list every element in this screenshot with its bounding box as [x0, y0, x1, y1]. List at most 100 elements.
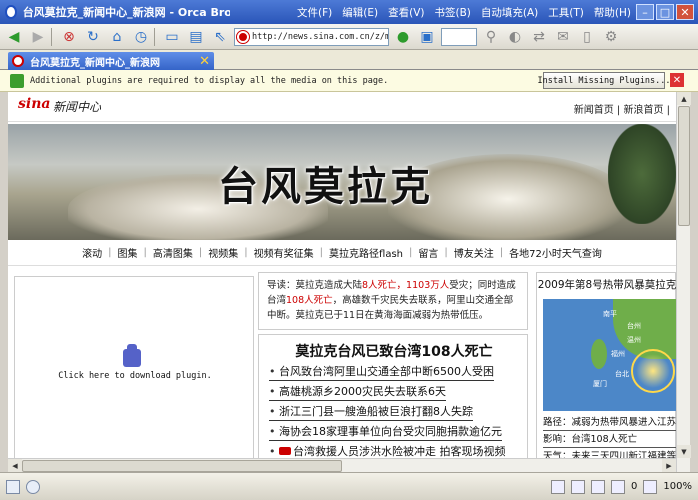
- window-title: 台风莫拉克_新闻中心_新浪网 - Orca Browser: [22, 6, 231, 19]
- map-label: 福州: [611, 350, 625, 358]
- nav-blogs[interactable]: 博友关注: [454, 245, 494, 260]
- download-plugin-label[interactable]: Click here to download plugin.: [15, 371, 255, 381]
- minimize-button[interactable]: –: [636, 4, 654, 20]
- list-item[interactable]: 台风致台湾阿里山交通全部中断6500人受困: [269, 363, 494, 381]
- nav-scroll[interactable]: 滚动: [82, 245, 102, 260]
- search-icon[interactable]: ⚲: [481, 27, 501, 47]
- translate-icon[interactable]: ⇄: [529, 27, 549, 47]
- map-label: 台州: [627, 322, 641, 330]
- status-count: 0: [631, 481, 638, 492]
- tab-bar: 台风莫拉克_新闻中心_新浪网 ✕: [0, 50, 698, 70]
- list-item[interactable]: 高雄桃源乡2000灾民失去联系6天: [269, 383, 446, 401]
- close-button[interactable]: ✕: [676, 4, 694, 20]
- sidebar-toggle-icon[interactable]: [6, 479, 20, 494]
- nav-gallery[interactable]: 图集: [118, 245, 138, 260]
- status-bar: 0 100%: [0, 472, 698, 500]
- nav-videos[interactable]: 视频集: [208, 245, 238, 260]
- search-input[interactable]: [441, 27, 477, 46]
- banner-title: 台风莫拉克: [218, 164, 433, 210]
- menu-file[interactable]: 文件(F): [292, 5, 337, 20]
- map-label: 南平: [603, 310, 617, 318]
- nav-weather[interactable]: 各地72小时天气查询: [509, 245, 602, 260]
- sina-logo[interactable]: sina: [18, 96, 50, 112]
- list-item-text: 台湾救援人员涉洪水险被冲走 拍客现场视频: [293, 445, 506, 458]
- panel-title: 2009年第8号热带风暴莫拉克: [537, 279, 676, 291]
- install-missing-plugins-button[interactable]: Install Missing Plugins...: [537, 72, 671, 89]
- go-icon[interactable]: ●: [393, 27, 413, 47]
- highlight-icon[interactable]: ◐: [505, 27, 525, 47]
- plugin-bar-close-icon[interactable]: ✕: [670, 73, 684, 87]
- refresh-icon[interactable]: ↻: [83, 27, 103, 47]
- scroll-right-icon[interactable]: ▶: [662, 459, 676, 472]
- popup-blocker-icon[interactable]: [591, 479, 606, 494]
- list-item[interactable]: 海协会18家理事单位向台受灾同胞捐款逾亿元: [269, 423, 502, 441]
- security-icon[interactable]: [551, 479, 566, 494]
- stop-icon[interactable]: ⊗: [59, 27, 79, 47]
- list-item[interactable]: 浙江三门县一艘渔船被巨浪打翻8人失踪: [269, 403, 473, 421]
- back-arrow-icon[interactable]: ◀: [4, 27, 24, 47]
- storm-circle-icon: [631, 349, 675, 393]
- search-engine-icon[interactable]: ▣: [417, 27, 437, 47]
- zoom-level[interactable]: 100%: [663, 481, 692, 492]
- typhoon-info-panel: 2009年第8号热带风暴莫拉克 南平 台州 温州 福州 台北 厦门 路径：减弱为…: [536, 272, 676, 472]
- list-item[interactable]: 影响：台湾108人死亡: [543, 432, 676, 448]
- download-icon[interactable]: [571, 479, 586, 494]
- nav-path-flash[interactable]: 莫拉克路径flash: [329, 245, 403, 260]
- plugin-message: Additional plugins are required to displ…: [30, 75, 389, 86]
- mail-icon[interactable]: ✉: [553, 27, 573, 47]
- maximize-button[interactable]: □: [656, 4, 674, 20]
- address-bar[interactable]: http://news.sina.com.cn/z/mora: [234, 27, 389, 46]
- vertical-scrollbar[interactable]: ▲ ▼: [676, 92, 691, 472]
- typhoon-path-map[interactable]: 南平 台州 温州 福州 台北 厦门: [543, 299, 676, 411]
- menu-bookmarks[interactable]: 书签(B): [430, 5, 476, 20]
- menu-autofill[interactable]: 自动填充(A): [476, 5, 543, 20]
- history-icon[interactable]: ◷: [131, 27, 151, 47]
- navigation-toolbar: ◀ ▶ ⊗ ↻ ⌂ ◷ ▭ ▤ ⇖ http://news.sina.com.c…: [0, 24, 698, 50]
- page-icon[interactable]: ▯: [577, 27, 597, 47]
- list-item[interactable]: 路径：减弱为热带风暴进入江苏: [543, 415, 676, 431]
- forward-arrow-icon[interactable]: ▶: [28, 27, 48, 47]
- tab-active[interactable]: 台风莫拉克_新闻中心_新浪网 ✕: [8, 52, 214, 70]
- puzzle-piece-icon: [10, 73, 24, 88]
- vertical-scroll-thumb[interactable]: [678, 106, 690, 226]
- scroll-left-icon[interactable]: ◀: [8, 459, 22, 472]
- nav-video-contest[interactable]: 视频有奖征集: [254, 245, 314, 260]
- header-links[interactable]: 新闻首页 | 新浪首页 |: [574, 101, 670, 116]
- tab-label: 台风莫拉克_新闻中心_新浪网: [30, 57, 160, 69]
- new-window-icon[interactable]: ▭: [162, 27, 182, 47]
- news-center-label[interactable]: 新闻中心: [53, 98, 101, 115]
- headline-box: 莫拉克台风已致台湾108人死亡 台风致台湾阿里山交通全部中断6500人受困 高雄…: [258, 334, 528, 472]
- nav-comments[interactable]: 留言: [418, 245, 438, 260]
- headline-title[interactable]: 莫拉克台风已致台湾108人死亡: [259, 341, 529, 361]
- lead-prefix: 导读：莫拉克造成大陆: [267, 280, 363, 291]
- scroll-down-icon[interactable]: ▼: [677, 445, 691, 458]
- nav-hd-gallery[interactable]: 高清图集: [153, 245, 193, 260]
- zoom-icon[interactable]: [643, 479, 658, 494]
- horizontal-scroll-thumb[interactable]: [22, 460, 342, 472]
- tab-close-icon[interactable]: ✕: [199, 54, 210, 69]
- pin-icon[interactable]: ⇖: [210, 27, 230, 47]
- toolbar-separator: [51, 27, 52, 46]
- window-list-icon[interactable]: ▤: [186, 27, 206, 47]
- menu-tools[interactable]: 工具(T): [543, 5, 589, 20]
- lead-taiwan-deaths[interactable]: 108人死亡: [286, 295, 333, 306]
- typhoon-banner: 台风莫拉克: [8, 124, 676, 240]
- horizontal-scrollbar[interactable]: ◀ ▶: [8, 458, 676, 472]
- toolbar-separator: [154, 27, 155, 46]
- scroll-up-icon[interactable]: ▲: [677, 92, 691, 105]
- tools-icon[interactable]: ⚙: [601, 27, 621, 47]
- globe-icon[interactable]: [26, 479, 40, 494]
- menu-help[interactable]: 帮助(H): [589, 5, 636, 20]
- video-icon: [279, 447, 291, 455]
- missing-plugin-area[interactable]: Click here to download plugin.: [14, 276, 254, 466]
- home-icon[interactable]: ⌂: [107, 27, 127, 47]
- map-label: 温州: [627, 336, 641, 344]
- headline-list: 台风致台湾阿里山交通全部中断6500人受困 高雄桃源乡2000灾民失去联系6天 …: [269, 363, 529, 463]
- menu-edit[interactable]: 编辑(E): [337, 5, 383, 20]
- screen-icon[interactable]: [611, 479, 626, 494]
- menu-view[interactable]: 查看(V): [383, 5, 429, 20]
- lead-mainland-deaths[interactable]: 8人死亡，1103万人: [362, 280, 449, 291]
- sina-tab-icon: [12, 55, 24, 67]
- sina-favicon-icon: [236, 29, 250, 44]
- map-label: 台北: [615, 370, 629, 378]
